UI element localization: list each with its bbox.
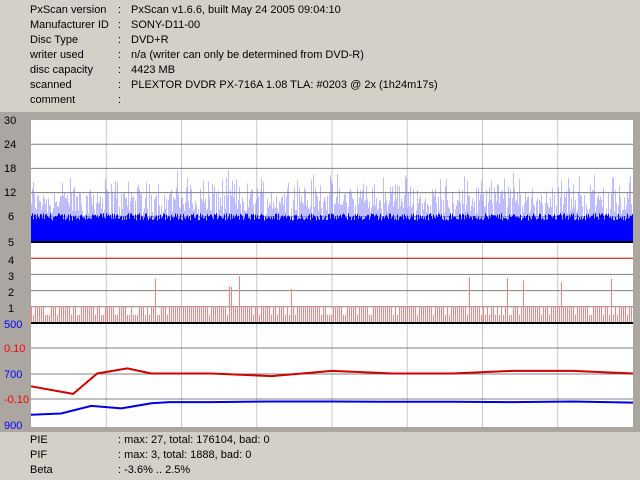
info-value: PLEXTOR DVDR PX-716A 1.08 TLA: #0203 @ 2… [131, 79, 438, 91]
summary-row-pie: PIE : max: 27, total: 176104, bad: 0 [0, 433, 640, 448]
info-sep: : [118, 94, 122, 106]
info-sep: : [118, 19, 122, 31]
info-sep: : [118, 34, 122, 46]
jitter-tick-label: 700 [4, 369, 22, 381]
scan-info-panel: PxScan version: PxScan v1.6.6, built May … [0, 0, 640, 112]
summary-value: : -3.6% .. 2.5% [118, 464, 191, 476]
info-key: PxScan version [30, 4, 107, 16]
pie-tick-label: 30 [4, 115, 16, 127]
pif-tick-label: 4 [8, 255, 14, 267]
info-value: n/a (writer can only be determined from … [131, 49, 364, 61]
info-sep: : [118, 64, 122, 76]
chart-area: 30 24 18 12 6 5 4 3 2 1 500 0.10 700 -0.… [0, 112, 640, 432]
pie-tick-label: 5 [8, 237, 14, 249]
info-row-scanned: scanned: PLEXTOR DVDR PX-716A 1.08 TLA: #… [0, 78, 640, 93]
summary-row-pif: PIF : max: 3, total: 1888, bad: 0 [0, 448, 640, 463]
info-row-capacity: disc capacity:4423 MB [0, 63, 640, 78]
info-sep: : [118, 49, 122, 61]
pie-pif-divider [31, 241, 633, 243]
info-sep: : [118, 4, 122, 16]
summary-value: : max: 3, total: 1888, bad: 0 [118, 449, 252, 461]
jitter-tick-label: 500 [4, 319, 22, 331]
summary-value: : max: 27, total: 176104, bad: 0 [118, 434, 270, 446]
summary-key: PIE [30, 434, 48, 446]
info-value: PxScan v1.6.6, built May 24 2005 09:04:1… [131, 4, 341, 16]
beta-tick-label: 0.10 [4, 343, 25, 355]
info-row-version: PxScan version: PxScan v1.6.6, built May … [0, 3, 640, 18]
summary-key: PIF [30, 449, 48, 461]
info-key: writer used [30, 49, 84, 61]
info-key: Manufacturer ID [30, 19, 109, 31]
info-value: SONY-D11-00 [131, 19, 201, 31]
pif-beta-divider [31, 322, 633, 324]
beta-tick-label: -0.10 [4, 394, 29, 406]
info-value: 4423 MB [131, 64, 176, 76]
info-key: scanned [30, 79, 72, 91]
info-key: disc capacity [30, 64, 93, 76]
pie-tick-label: 6 [8, 211, 14, 223]
info-row-writer: writer used: n/a (writer can only be dete… [0, 48, 640, 63]
pif-tick-label: 2 [8, 287, 14, 299]
info-value: DVD+R [131, 34, 169, 46]
pie-tick-label: 24 [4, 139, 16, 151]
info-row-comment: comment: [0, 93, 640, 108]
info-key: Disc Type [30, 34, 79, 46]
summary-key: Beta [30, 464, 53, 476]
info-key: comment [30, 94, 76, 106]
pif-tick-label: 1 [8, 303, 14, 315]
pie-tick-label: 12 [4, 187, 16, 199]
info-row-manufacturer: Manufacturer ID: SONY-D11-00 [0, 18, 640, 33]
jitter-tick-label: 900 [4, 420, 22, 432]
summary-row-beta: Beta : -3.6% .. 2.5% [0, 463, 640, 478]
pie-tick-label: 18 [4, 163, 16, 175]
info-sep: : [118, 79, 122, 91]
info-row-disc-type: Disc Type: DVD+R [0, 33, 640, 48]
scan-charts: 30 24 18 12 6 5 4 3 2 1 500 0.10 700 -0.… [4, 115, 634, 432]
scan-summary: PIE : max: 27, total: 176104, bad: 0 PIF:… [0, 432, 640, 480]
pif-tick-label: 3 [8, 271, 14, 283]
